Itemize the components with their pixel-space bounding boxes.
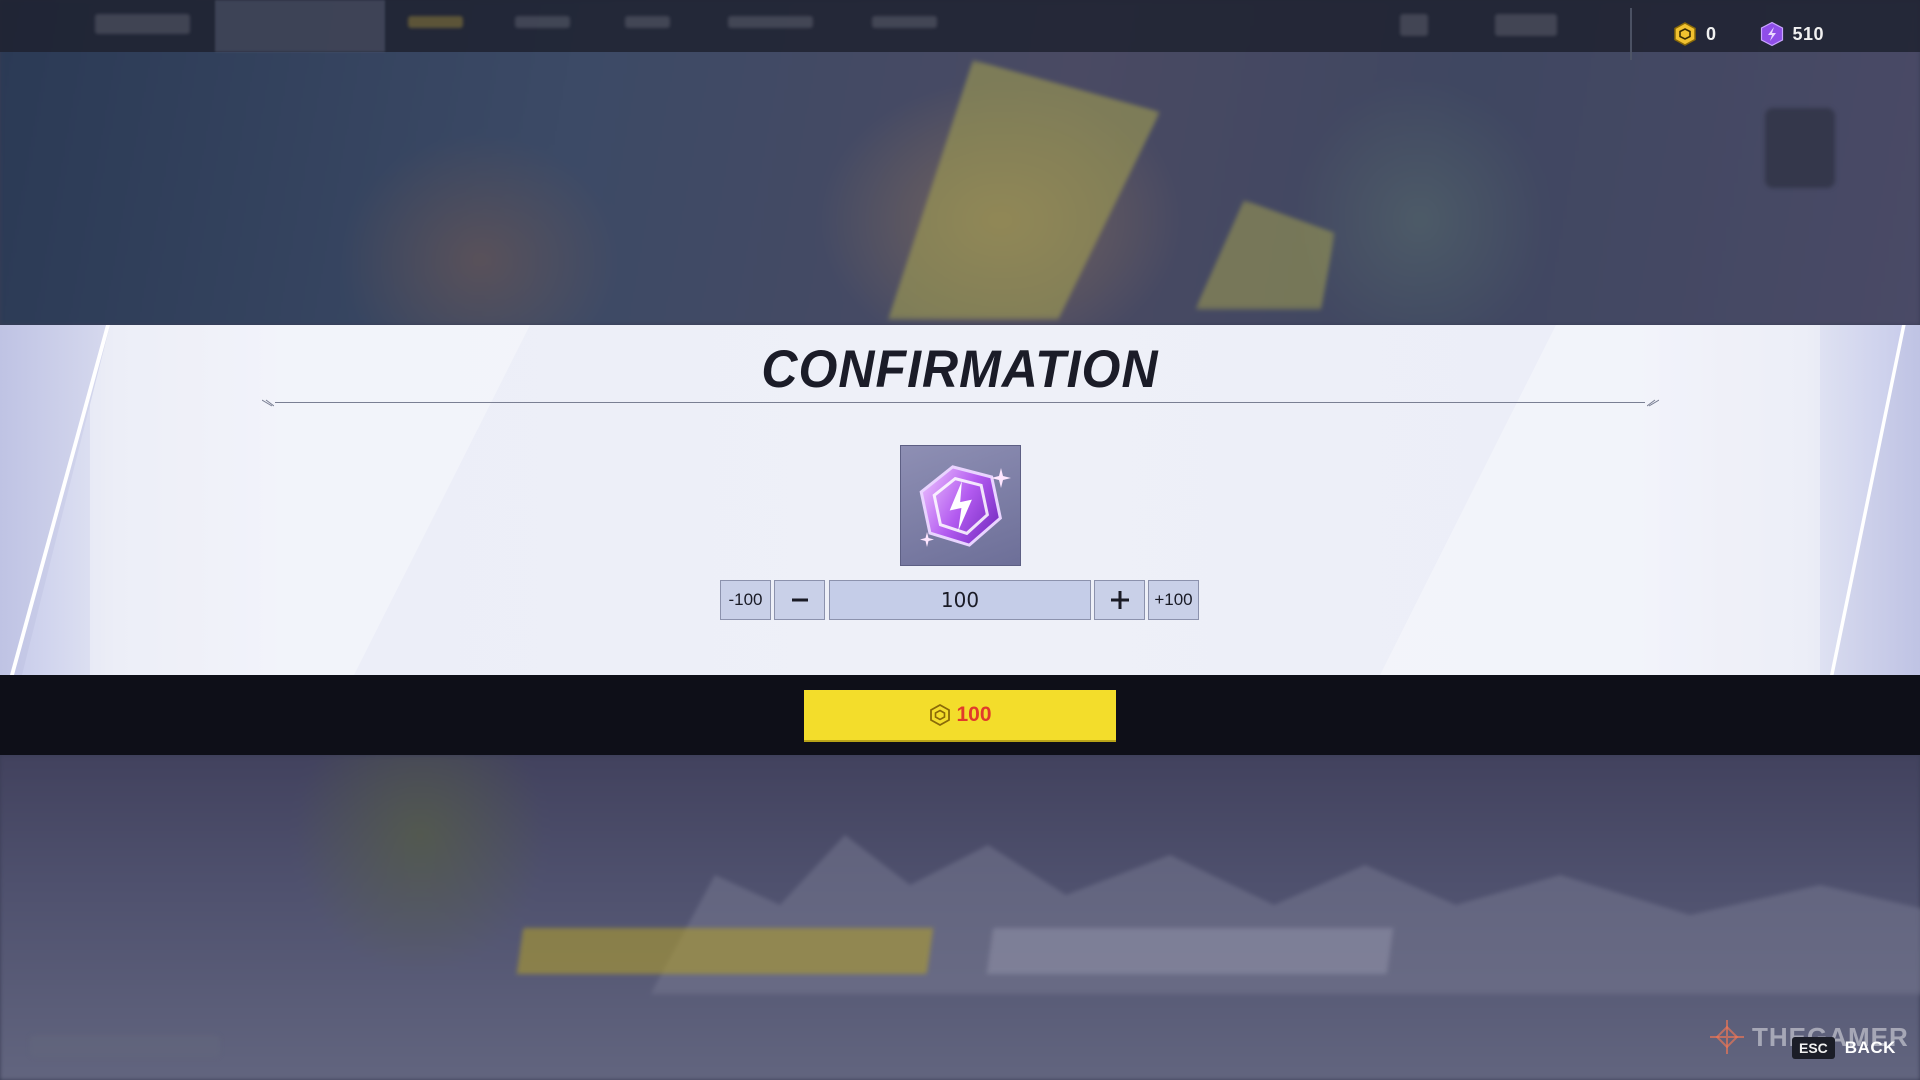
gold-lattice-icon	[928, 703, 952, 727]
background-lower-art	[0, 755, 1920, 1080]
decrement-100-button[interactable]: -100	[720, 580, 771, 620]
divider-cap-right	[1647, 399, 1659, 407]
purple-unit-icon	[1759, 21, 1785, 47]
gold-lattice-icon	[1672, 21, 1698, 47]
title-divider	[275, 402, 1645, 403]
confirm-purchase-button[interactable]: 100	[804, 690, 1116, 740]
quantity-field[interactable]: 100	[829, 580, 1091, 620]
divider-cap-left	[262, 399, 274, 407]
watermark-logo-icon	[1710, 1020, 1744, 1054]
purchase-price: 100	[956, 703, 992, 726]
season-title-blur	[50, 120, 430, 200]
background-purchase-button-blur	[516, 928, 934, 974]
back-button[interactable]: ESC BACK	[1792, 1037, 1896, 1059]
nav-tab-blur	[515, 16, 570, 28]
increment-100-button[interactable]: +100	[1148, 580, 1199, 620]
units-currency: 510	[1759, 21, 1825, 47]
background-yellow-shape	[888, 60, 1160, 320]
sub-tab-blur	[270, 68, 400, 86]
minus-icon	[791, 598, 808, 602]
gold-amount: 0	[1706, 23, 1717, 44]
confirmation-dialog: CONFIRMATION -100 100 +100	[0, 325, 1920, 675]
nav-tab-blur	[408, 16, 463, 28]
item-preview	[900, 445, 1021, 566]
nav-status-blur	[1495, 14, 1557, 36]
background-widget-blur	[1765, 108, 1835, 188]
plus-icon	[1110, 591, 1129, 609]
units-amount: 510	[1792, 23, 1825, 44]
sub-tab-blur	[420, 68, 480, 80]
nav-tab-blur	[625, 16, 670, 28]
increment-button[interactable]	[1094, 580, 1145, 620]
back-label: BACK	[1844, 1038, 1896, 1057]
background-yellow-shape	[1195, 200, 1335, 310]
background-open-button-blur	[986, 928, 1394, 974]
sub-tab-blur	[525, 68, 565, 80]
units-crystal-icon	[919, 465, 1011, 547]
esc-key-badge: ESC	[1792, 1037, 1835, 1059]
nav-tab-blur	[872, 16, 937, 28]
dialog-title: CONFIRMATION	[761, 339, 1159, 399]
currency-bar: 0 510	[1630, 8, 1824, 60]
gold-currency: 0	[1672, 21, 1717, 47]
nav-logo-blur	[95, 14, 190, 34]
decrement-button[interactable]	[774, 580, 825, 620]
nav-tab-blur	[728, 16, 813, 28]
nav-status-blur	[1400, 14, 1428, 36]
background-corner-blur	[30, 1035, 220, 1057]
nav-play-tab-blur	[215, 0, 385, 52]
